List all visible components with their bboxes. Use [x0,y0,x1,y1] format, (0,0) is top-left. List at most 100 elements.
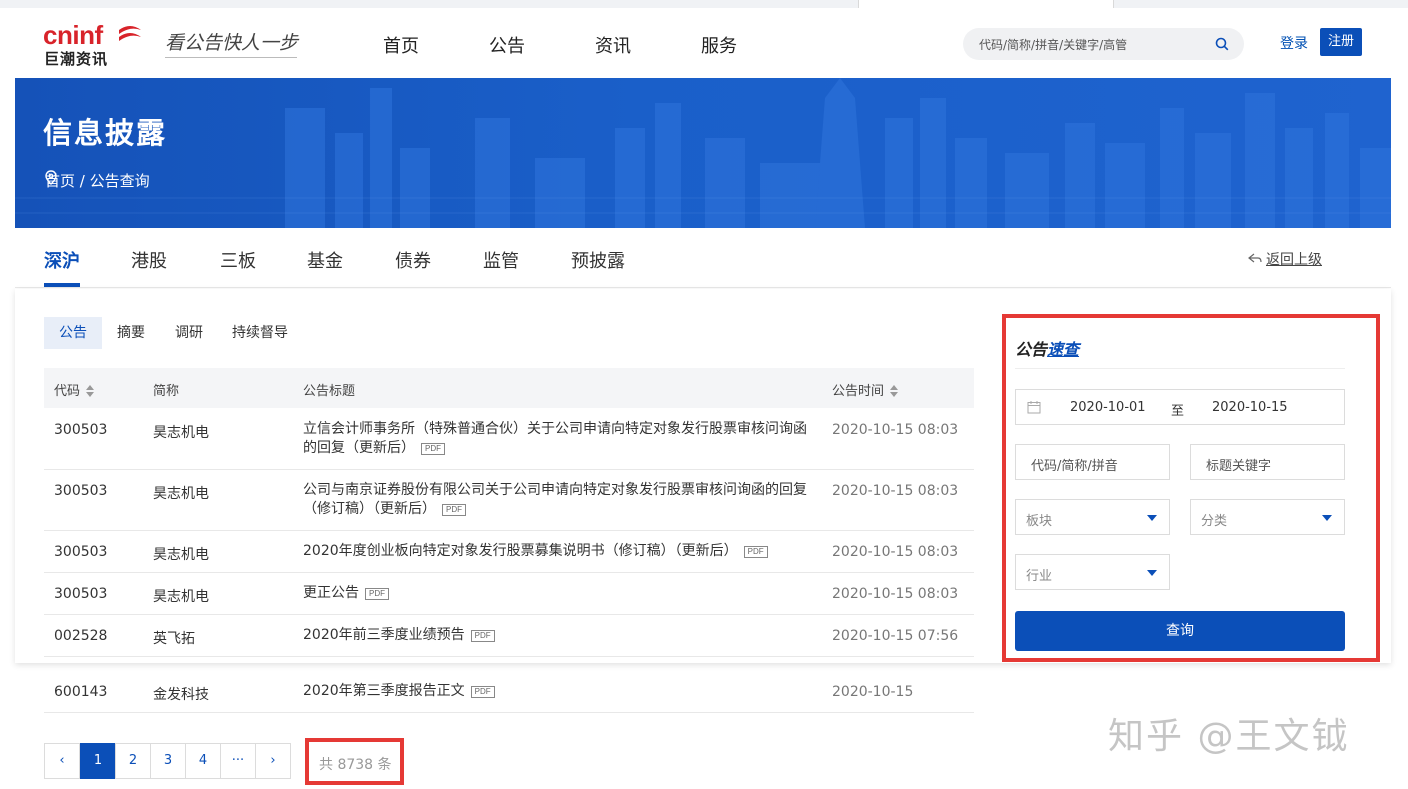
breadcrumb: 首页 / 公告查询 [45,170,150,191]
col-code[interactable]: 代码 [54,380,95,399]
quick-search-title-a: 公告 [1015,340,1048,359]
row-title[interactable]: 2020年度创业板向特定对象发行股票募集说明书（修订稿）（更新后） PDF [303,542,823,561]
chevron-down-icon [1147,515,1157,521]
sort-icon[interactable] [890,385,899,397]
tab-hk[interactable]: 港股 [131,247,167,273]
row-time: 2020-10-15 [832,684,914,700]
industry-select-value: 行业 [1026,569,1053,584]
row-title-text: 2020年第三季度报告正文 [303,683,465,699]
industry-select[interactable]: 行业 [1015,554,1170,590]
sort-icon[interactable] [86,385,95,397]
table-row[interactable]: 300503 昊志机电 公司与南京证券股份有限公司关于公司申请向特定对象发行股票… [44,470,974,531]
row-title[interactable]: 2020年第三季度报告正文 PDF [303,682,813,701]
row-title[interactable]: 更正公告 PDF [303,584,813,603]
quick-search-panel: 公告速查 2020-10-01 至 2020-10-15 代码/简称/拼音 标题… [1002,314,1380,662]
row-title[interactable]: 公司与南京证券股份有限公司关于公司申请向特定对象发行股票审核问询函的回复（修订稿… [303,481,813,519]
code-input[interactable]: 代码/简称/拼音 [1015,444,1170,480]
register-button[interactable]: 注册 [1320,28,1362,56]
table-row[interactable]: 300503 昊志机电 2020年度创业板向特定对象发行股票募集说明书（修订稿）… [44,531,974,573]
breadcrumb-text[interactable]: 首页 / 公告查询 [45,172,150,190]
tab-szsh[interactable]: 深沪 [44,247,80,273]
col-time[interactable]: 公告时间 [832,380,899,399]
page-1-button[interactable]: 1 [80,743,116,779]
col-code-label: 代码 [54,384,81,399]
row-time: 2020-10-15 08:03 [832,586,959,602]
subtab-supervision[interactable]: 持续督导 [224,317,296,349]
search-placeholder: 代码/简称/拼音/关键字/高管 [979,38,1128,52]
city-skyline-image [15,78,1391,228]
market-tabs: 深沪 港股 三板 基金 债券 监管 预披露 返回上级 [15,228,1391,288]
search-icon[interactable] [1215,37,1229,51]
date-from[interactable]: 2020-10-01 [1070,400,1146,415]
nav-announcements[interactable]: 公告 [489,32,525,58]
table-row[interactable]: 300503 昊志机电 更正公告 PDF 2020-10-15 08:03 [44,573,974,615]
row-name[interactable]: 昊志机电 [153,483,209,503]
page-4-button[interactable]: 4 [185,743,221,779]
prev-page-button[interactable]: ‹ [44,743,80,779]
pdf-icon[interactable]: PDF [470,686,495,698]
next-page-button[interactable]: › [255,743,291,779]
total-highlight-box: 共 8738 条 [305,738,404,785]
slogan-underline [165,57,297,58]
row-name[interactable]: 昊志机电 [153,544,209,564]
date-range-picker[interactable]: 2020-10-01 至 2020-10-15 [1015,389,1345,425]
row-name[interactable]: 英飞拓 [153,628,195,648]
row-code: 300503 [54,544,108,560]
page-3-button[interactable]: 3 [150,743,186,779]
quick-search-title: 公告速查 [1015,336,1079,360]
date-to[interactable]: 2020-10-15 [1212,400,1288,415]
keyword-placeholder: 标题关键字 [1206,459,1272,474]
tab-neeq[interactable]: 三板 [220,247,256,273]
tab-bond[interactable]: 债券 [395,247,431,273]
row-code: 300503 [54,586,108,602]
search-input[interactable]: 代码/简称/拼音/关键字/高管 [963,28,1244,60]
query-button[interactable]: 查询 [1015,611,1345,651]
subtab-research[interactable]: 调研 [160,317,218,349]
back-link[interactable]: 返回上级 [1248,249,1322,269]
more-pages-button[interactable]: ··· [220,743,256,779]
row-name[interactable]: 金发科技 [153,684,209,704]
row-title[interactable]: 2020年前三季度业绩预告 PDF [303,626,813,645]
board-select[interactable]: 板块 [1015,499,1170,535]
pdf-icon[interactable]: PDF [365,588,389,600]
nav-services[interactable]: 服务 [701,32,737,58]
keyword-input[interactable]: 标题关键字 [1190,444,1345,480]
table-row[interactable]: 300503 昊志机电 立信会计师事务所（特殊普通合伙）关于公司申请向特定对象发… [44,408,974,470]
table-row[interactable]: 002528 英飞拓 2020年前三季度业绩预告 PDF 2020-10-15 0… [44,615,974,657]
subtab-announcements[interactable]: 公告 [44,317,102,349]
tab-regulation[interactable]: 监管 [483,247,519,273]
logo-mark-icon [119,26,141,41]
back-link-label: 返回上级 [1266,252,1322,268]
row-title[interactable]: 立信会计师事务所（特殊普通合伙）关于公司申请向特定对象发行股票审核问询函的回复（… [303,420,813,458]
table-row[interactable]: 600143 金发科技 2020年第三季度报告正文 PDF 2020-10-15 [44,671,974,713]
nav-home[interactable]: 首页 [383,32,419,58]
logo[interactable]: cninf 巨潮资讯 [43,20,147,68]
col-time-label: 公告时间 [832,384,885,399]
pdf-icon[interactable]: PDF [470,630,495,642]
row-time: 2020-10-15 08:03 [832,422,959,438]
total-count: 共 8738 条 [319,757,392,773]
chevron-down-icon [1322,515,1332,521]
row-name[interactable]: 昊志机电 [153,422,209,442]
pdf-icon[interactable]: PDF [743,546,768,558]
nav-news[interactable]: 资讯 [595,32,631,58]
row-title-text: 2020年前三季度业绩预告 [303,627,465,643]
row-code: 600143 [54,684,108,700]
login-link[interactable]: 登录 [1280,33,1308,53]
subtab-summary[interactable]: 摘要 [102,317,160,349]
category-select-value: 分类 [1201,514,1228,529]
row-time: 2020-10-15 08:03 [832,544,959,560]
row-name[interactable]: 昊志机电 [153,586,209,606]
pdf-icon[interactable]: PDF [442,504,466,516]
site-header: cninf 巨潮资讯 看公告快人一步 首页 公告 资讯 服务 代码/简称/拼音/… [15,8,1391,78]
back-arrow-icon [1248,253,1262,263]
row-time: 2020-10-15 08:03 [832,483,959,499]
pdf-icon[interactable]: PDF [421,443,445,455]
row-title-text: 更正公告 [303,585,359,601]
tab-fund[interactable]: 基金 [307,247,343,273]
page-2-button[interactable]: 2 [115,743,151,779]
tab-pre-disclosure[interactable]: 预披露 [571,247,625,273]
logo-text-cn: 巨潮资讯 [44,50,109,68]
category-select[interactable]: 分类 [1190,499,1345,535]
col-title: 公告标题 [303,384,356,399]
